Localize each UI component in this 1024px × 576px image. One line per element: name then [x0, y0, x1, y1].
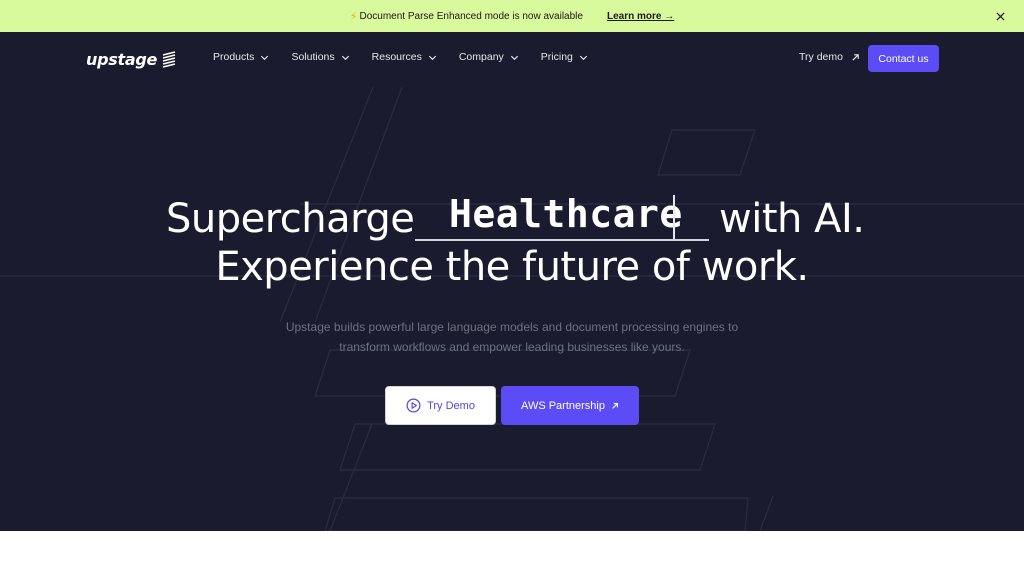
- chevron-down-icon: [261, 55, 269, 60]
- nav-item-label: Products: [213, 51, 255, 63]
- try-demo-button[interactable]: Try Demo: [385, 386, 496, 425]
- headline-prefix: Supercharge: [166, 196, 415, 242]
- chevron-down-icon: [510, 55, 518, 60]
- nav-item-pricing[interactable]: Pricing: [541, 51, 588, 63]
- aws-partnership-button[interactable]: AWS Partnership: [501, 386, 639, 425]
- banner-message: Document Parse Enhanced mode is now avai…: [359, 10, 583, 22]
- aws-partnership-label: AWS Partnership: [521, 399, 605, 412]
- arrow-up-right-icon: [852, 53, 859, 61]
- hero-headline-line2: Experience the future of work.: [215, 244, 809, 290]
- nav-item-resources[interactable]: Resources: [372, 51, 437, 63]
- try-demo-label: Try demo: [799, 51, 843, 63]
- contact-us-button[interactable]: Contact us: [868, 45, 939, 72]
- try-demo-link[interactable]: Try demo: [799, 51, 860, 63]
- play-circle-icon: [406, 398, 421, 413]
- lightning-icon: ⚡: [349, 10, 358, 23]
- chevron-down-icon: [341, 55, 349, 60]
- hero-section: upstage Products Solutions Resources Com…: [0, 32, 1024, 531]
- try-demo-button-label: Try Demo: [427, 399, 475, 412]
- announcement-banner: ⚡ Document Parse Enhanced mode is now av…: [0, 0, 1024, 32]
- hero-headline-line1: Supercharge Healthcare with AI.: [0, 190, 1024, 246]
- typing-cursor: [673, 195, 675, 239]
- typed-word: Healthcare: [449, 192, 683, 236]
- upstage-logo[interactable]: upstage: [86, 48, 177, 70]
- chevron-down-icon: [579, 55, 587, 60]
- headline-suffix: with AI.: [719, 196, 865, 242]
- nav-item-products[interactable]: Products: [213, 51, 269, 63]
- nav-item-label: Pricing: [540, 51, 573, 63]
- nav-item-label: Company: [458, 51, 504, 63]
- nav-item-solutions[interactable]: Solutions: [291, 51, 349, 63]
- nav-item-company[interactable]: Company: [459, 51, 519, 63]
- logo-wordmark: upstage: [86, 49, 158, 69]
- hero-subtext: Upstage builds powerful large language m…: [285, 320, 739, 354]
- arrow-up-right-icon: [612, 402, 618, 409]
- nav-item-label: Resources: [371, 51, 422, 63]
- learn-more-link[interactable]: Learn more →: [607, 11, 674, 22]
- typed-word-underline: [415, 239, 709, 241]
- nav-links: Products Solutions Resources Company Pri…: [213, 51, 588, 63]
- main-navigation: upstage Products Solutions Resources Com…: [0, 32, 1024, 86]
- chevron-down-icon: [428, 55, 436, 60]
- logo-mark-icon: [162, 51, 176, 68]
- nav-item-label: Solutions: [291, 51, 335, 63]
- close-icon[interactable]: [992, 8, 1008, 24]
